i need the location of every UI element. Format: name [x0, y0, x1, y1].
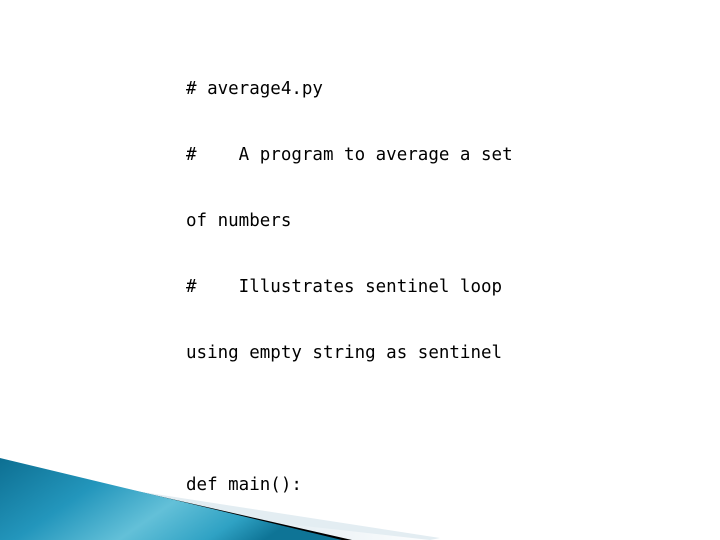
- slide-canvas: # average4.py # A program to average a s…: [0, 0, 720, 540]
- code-line: # average4.py: [186, 79, 323, 99]
- code-line: # A program to average a set: [186, 145, 513, 165]
- code-line: of numbers: [186, 211, 292, 231]
- code-line: using empty string as sentinel: [186, 343, 503, 363]
- python-code-block: # average4.py # A program to average a s…: [186, 34, 546, 540]
- code-line: # Illustrates sentinel loop: [186, 277, 503, 297]
- code-line: def main():: [186, 475, 302, 495]
